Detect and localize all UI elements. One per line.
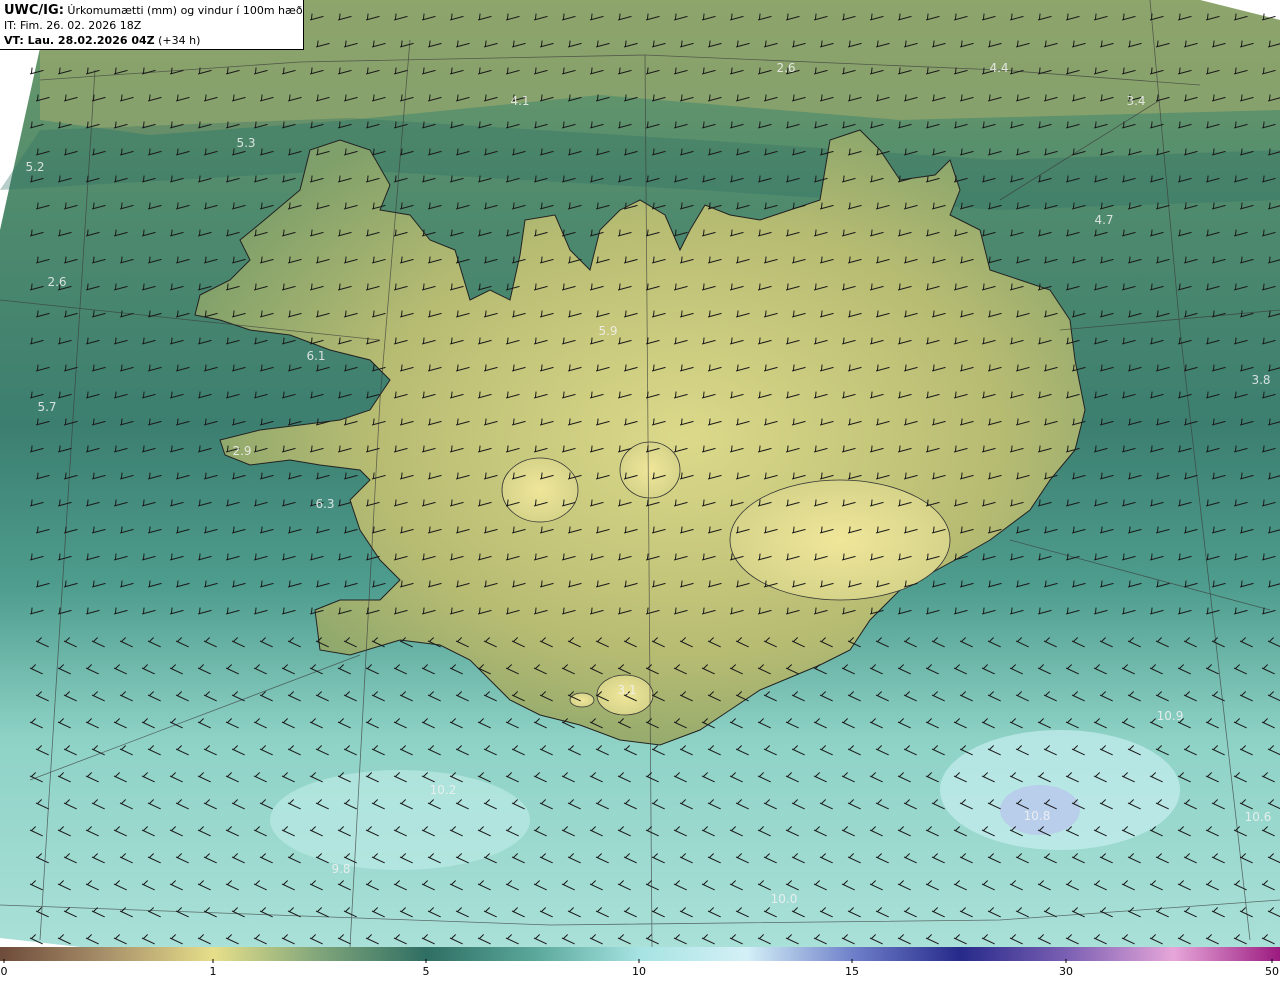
map-value-label: 9.8	[331, 862, 350, 876]
map-value-label: 2.9	[232, 444, 251, 458]
sea-high-3	[270, 770, 530, 870]
forecast-offset: (+34 h)	[158, 34, 201, 47]
map-value-label: 10.0	[771, 892, 798, 906]
product-code: UWC/IG:	[4, 3, 64, 18]
product-title: Úrkomumætti (mm) og vindur í 100m hæð	[67, 4, 303, 17]
map-value-label: 3.1	[617, 683, 636, 697]
glacier-eyjafjallajokull	[569, 692, 595, 708]
map-value-label: 10.9	[1157, 709, 1184, 723]
header-box: UWC/IG: Úrkomumætti (mm) og vindur í 100…	[0, 0, 304, 50]
colorbar-tick-label: 10	[632, 965, 646, 978]
map-value-label: 5.7	[37, 400, 56, 414]
colorbar-tick-label: 0	[1, 965, 8, 978]
glacier-hofsjokull	[619, 441, 681, 499]
map-value-label: 10.8	[1024, 809, 1051, 823]
colorbar-tick-label: 30	[1059, 965, 1073, 978]
map-value-label: 2.6	[47, 275, 66, 289]
map-value-label: 4.1	[510, 94, 529, 108]
valid-time: VT: Lau. 28.02.2026 04Z	[4, 34, 155, 47]
forecast-map: 2.6 4.4 4.1 3.4 5.3 5.2 4.7 2.6 5.9 6.1 3.8 5.7 2.9 6…	[0, 0, 1280, 948]
map-value-label: 10.2	[430, 783, 457, 797]
map-value-label: 6.3	[315, 497, 334, 511]
glacier-vatnajokull	[729, 479, 951, 601]
map-value-label: 5.9	[598, 324, 617, 338]
map-value-label: 10.6	[1245, 810, 1272, 824]
glacier-langjokull	[501, 457, 579, 523]
colorbar: 0 1 5 10 15 30 50	[0, 947, 1280, 978]
map-value-label: 5.2	[25, 160, 44, 174]
map-value-label: 4.7	[1094, 213, 1113, 227]
colorbar-tick-label: 1	[210, 965, 217, 978]
colorbar-tick-label: 50	[1265, 965, 1279, 978]
colorbar-svg: 0 1 5 10 15 30 50	[0, 947, 1280, 978]
map-value-label: 6.1	[306, 349, 325, 363]
map-value-label: 4.4	[989, 61, 1008, 75]
init-time: IT: Fim. 26. 02. 2026 18Z	[4, 19, 142, 32]
colorbar-ramp	[0, 947, 1280, 961]
map-value-label: 5.3	[236, 136, 255, 150]
map-canvas: 2.6 4.4 4.1 3.4 5.3 5.2 4.7 2.6 5.9 6.1 3.8 5.7 2.9 6…	[0, 0, 1280, 948]
map-value-label: 3.8	[1251, 373, 1270, 387]
map-value-label: 2.6	[776, 61, 795, 75]
colorbar-tick-label: 5	[423, 965, 430, 978]
map-value-label: 3.4	[1126, 94, 1145, 108]
colorbar-tick-label: 15	[845, 965, 859, 978]
